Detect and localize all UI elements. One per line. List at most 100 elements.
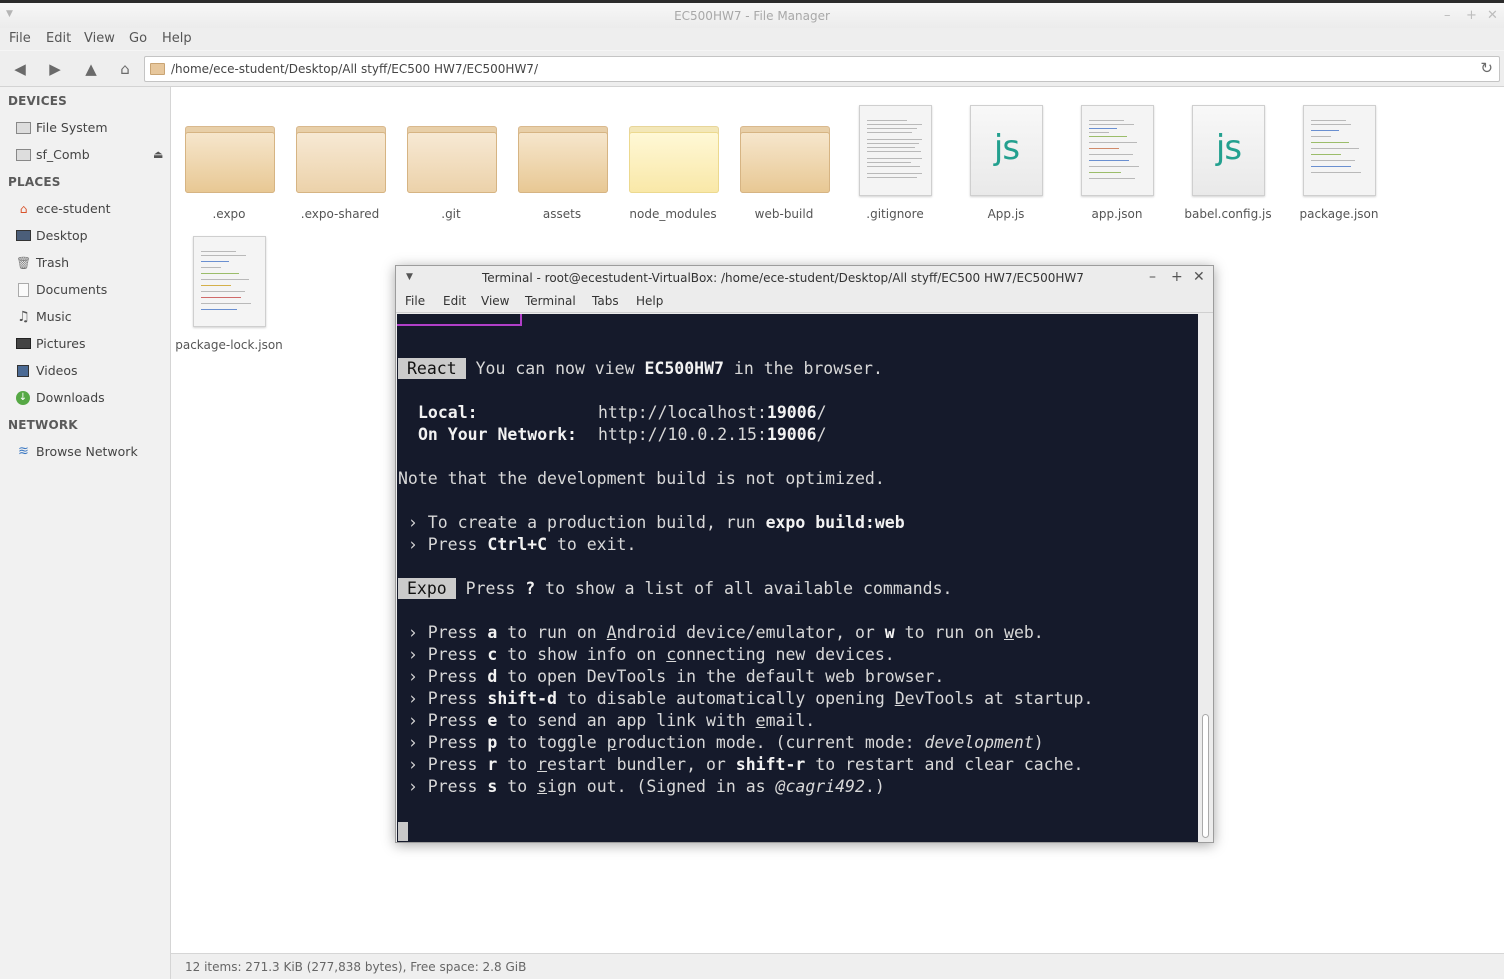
file-item-label: assets xyxy=(542,207,582,221)
sidebar-item-music[interactable]: ♫ Music xyxy=(16,308,166,328)
react-tag: React xyxy=(398,358,466,379)
sidebar-item-label: Desktop xyxy=(36,228,88,243)
sidebar-heading-places: PLACES xyxy=(8,175,61,189)
file-manager-titlebar[interactable]: ▼ EC500HW7 - File Manager – + ✕ xyxy=(0,0,1504,28)
sidebar-item-trash[interactable]: 🗑 Trash xyxy=(16,254,166,274)
file-item-expo[interactable]: .expo xyxy=(173,94,285,224)
file-item-label: .expo xyxy=(212,207,246,221)
file-item-assets[interactable]: assets xyxy=(506,94,618,224)
file-item-expo-shared[interactable]: .expo-shared xyxy=(284,94,396,224)
sidebar-item-label: Downloads xyxy=(36,390,105,405)
window-menu-icon[interactable]: ▼ xyxy=(406,272,413,282)
menu-help[interactable]: Help xyxy=(162,31,192,46)
menu-edit[interactable]: Edit xyxy=(46,31,71,46)
sidebar-item-file-system[interactable]: File System xyxy=(16,119,166,139)
sidebar-item-sf-comb[interactable]: sf_Comb xyxy=(16,146,166,166)
sidebar-item-documents[interactable]: Documents xyxy=(16,281,166,301)
file-item-app-json[interactable]: app.json xyxy=(1061,94,1173,224)
sidebar-item-label: Documents xyxy=(36,282,108,297)
file-item-app-js[interactable]: js App.js xyxy=(950,94,1062,224)
menu-view[interactable]: View xyxy=(84,31,115,46)
build-hint-line: › To create a production build, run expo… xyxy=(398,513,905,532)
folder-icon xyxy=(296,121,386,193)
file-item-node-modules[interactable]: node_modules xyxy=(617,94,729,224)
maximize-icon[interactable]: + xyxy=(1466,8,1477,23)
sidebar-item-label: Trash xyxy=(36,255,70,270)
local-url[interactable]: http://localhost:19006/ xyxy=(598,402,827,424)
local-label: Local: xyxy=(418,403,478,422)
folder-icon xyxy=(150,63,165,75)
term-menu-file[interactable]: File xyxy=(405,294,425,308)
local-url-line: Local: xyxy=(418,402,478,424)
sidebar-heading-devices: DEVICES xyxy=(8,94,67,108)
sidebar-item-browse-network[interactable]: ≋ Browse Network xyxy=(16,443,166,463)
javascript-file-icon: js xyxy=(1192,105,1265,196)
file-item-web-build[interactable]: web-build xyxy=(728,94,840,224)
folder-icon xyxy=(518,121,608,193)
file-item-package-lock-json[interactable]: package-lock.json xyxy=(173,225,285,355)
sidebar-item-label: Music xyxy=(36,309,72,324)
minimize-icon[interactable]: – xyxy=(1149,269,1156,285)
text-file-icon xyxy=(1303,105,1376,196)
sidebar-item-label: ece-student xyxy=(36,201,111,216)
folder-icon xyxy=(629,121,719,193)
cmd-line-s: › Press s to sign out. (Signed in as @ca… xyxy=(398,777,885,796)
term-menu-view[interactable]: View xyxy=(481,294,509,308)
pictures-icon xyxy=(16,338,31,349)
file-item-label: App.js xyxy=(987,207,1025,221)
sidebar-item-label: Pictures xyxy=(36,336,86,351)
close-icon[interactable]: ✕ xyxy=(1487,8,1498,23)
up-arrow-icon[interactable]: ▲ xyxy=(80,59,102,79)
note-line: Note that the development build is not o… xyxy=(398,469,885,488)
term-menu-edit[interactable]: Edit xyxy=(443,294,466,308)
scrollbar-thumb[interactable] xyxy=(1202,714,1209,838)
menubar: File Edit View Go Help xyxy=(0,28,1504,50)
menu-go[interactable]: Go xyxy=(129,31,147,46)
text-file-icon xyxy=(193,236,266,327)
menu-file[interactable]: File xyxy=(9,31,31,46)
maximize-icon[interactable]: + xyxy=(1171,269,1183,285)
trash-icon: 🗑 xyxy=(16,256,32,270)
eject-icon[interactable]: ⏏ xyxy=(153,148,163,161)
term-menu-tabs[interactable]: Tabs xyxy=(592,294,619,308)
file-item-gitignore[interactable]: .gitignore xyxy=(839,94,951,224)
location-bar[interactable]: /home/ece-student/Desktop/All styff/EC50… xyxy=(144,56,1500,82)
expo-line: Expo Press ? to show a list of all avail… xyxy=(398,578,952,600)
sidebar-item-downloads[interactable]: ↓ Downloads xyxy=(16,389,166,409)
exit-hint-line: › Press Ctrl+C to exit. xyxy=(398,535,637,554)
term-menu-terminal[interactable]: Terminal xyxy=(525,294,576,308)
minimize-icon[interactable]: – xyxy=(1444,8,1451,23)
file-item-label: babel.config.js xyxy=(1184,207,1272,221)
home-icon[interactable]: ⌂ xyxy=(114,59,136,79)
terminal-titlebar[interactable]: ▼ Terminal - root@ecestudent-VirtualBox:… xyxy=(396,266,1213,290)
sidebar-item-desktop[interactable]: Desktop xyxy=(16,227,166,247)
back-arrow-icon[interactable]: ◀ xyxy=(9,59,31,79)
file-item-label: package.json xyxy=(1299,207,1379,221)
file-item-babel-config[interactable]: js babel.config.js xyxy=(1172,94,1284,224)
cmd-line-r: › Press r to restart bundler, or shift-r… xyxy=(398,755,1084,774)
forward-arrow-icon[interactable]: ▶ xyxy=(44,59,66,79)
sidebar-item-ece-student[interactable]: ⌂ ece-student xyxy=(16,200,166,220)
music-icon: ♫ xyxy=(17,309,30,325)
downloads-icon: ↓ xyxy=(16,391,30,405)
terminal-scrollbar[interactable] xyxy=(1198,314,1213,842)
file-item-package-json[interactable]: package.json xyxy=(1283,94,1395,224)
terminal-output[interactable]: React You can now view EC500HW7 in the b… xyxy=(397,314,1198,842)
sidebar-item-label: File System xyxy=(36,120,108,135)
close-icon[interactable]: ✕ xyxy=(1193,269,1205,285)
term-menu-help[interactable]: Help xyxy=(636,294,663,308)
file-item-git[interactable]: .git xyxy=(395,94,507,224)
drive-icon xyxy=(16,149,31,161)
network-url[interactable]: http://10.0.2.15:19006/ xyxy=(598,424,827,446)
file-item-label: .git xyxy=(441,207,461,221)
reload-icon[interactable]: ↻ xyxy=(1480,59,1493,77)
text-file-icon xyxy=(1081,105,1154,196)
sidebar-heading-network: NETWORK xyxy=(8,418,78,432)
location-path[interactable]: /home/ece-student/Desktop/All styff/EC50… xyxy=(171,62,538,76)
sidebar-item-videos[interactable]: Videos xyxy=(16,362,166,382)
file-item-label: web-build xyxy=(754,207,814,221)
sidebar-item-pictures[interactable]: Pictures xyxy=(16,335,166,355)
window-title: EC500HW7 - File Manager xyxy=(674,9,830,23)
terminal-menubar: File Edit View Terminal Tabs Help xyxy=(396,290,1213,313)
cmd-line-p: › Press p to toggle production mode. (cu… xyxy=(398,733,1044,752)
